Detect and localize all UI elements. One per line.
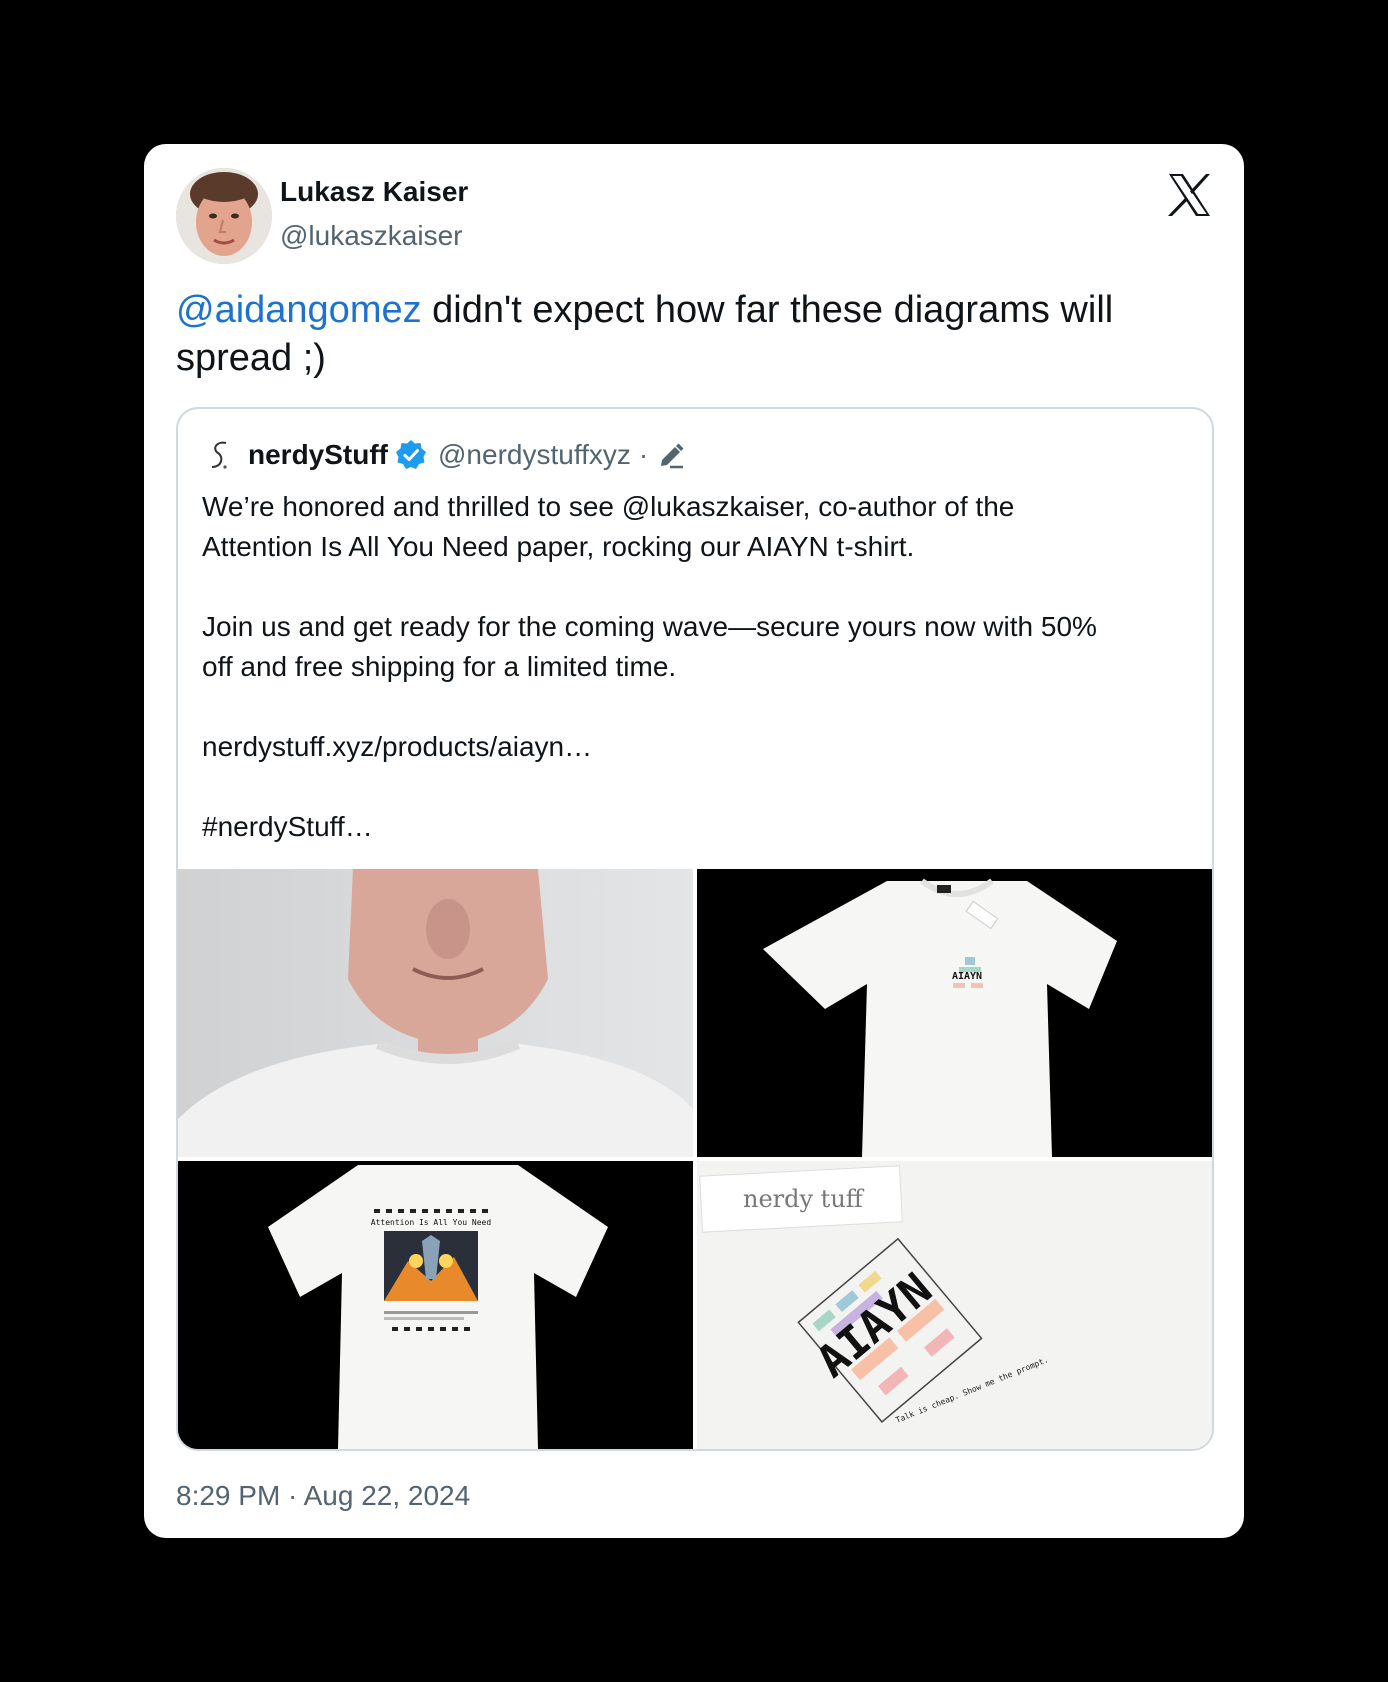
author-handle[interactable]: @lukaszkaiser	[280, 220, 462, 252]
quoted-header: nerdyStuff @nerdystuffxyz ·	[202, 435, 686, 475]
avatar[interactable]	[176, 168, 272, 264]
quoted-author-handle[interactable]: @nerdystuffxyz	[438, 439, 631, 471]
avatar-image	[176, 168, 272, 264]
tag-label: nerdy tuff	[743, 1185, 865, 1213]
photo-shirt-back[interactable]: Attention Is All You Need	[178, 1161, 693, 1449]
author-name[interactable]: Lukasz Kaiser	[280, 176, 468, 208]
timestamp[interactable]: 8:29 PM · Aug 22, 2024	[176, 1480, 470, 1512]
shirt-front-image: AIAYN	[697, 869, 1212, 1157]
x-logo-icon[interactable]	[1166, 172, 1212, 218]
photo-wearer[interactable]	[178, 869, 693, 1157]
photo-wearer-image	[178, 869, 693, 1157]
shirt-front-print: AIAYN	[952, 971, 982, 982]
quoted-tweet[interactable]: nerdyStuff @nerdystuffxyz · We’re honore…	[176, 407, 1214, 1451]
quoted-text: We’re honored and thrilled to see @lukas…	[202, 491, 1097, 842]
photo-print-closeup[interactable]: nerdy tuff AIAYN Talk is cheap. Show me	[697, 1161, 1212, 1449]
shirt-back-image: Attention Is All You Need	[178, 1161, 693, 1449]
closeup-image: nerdy tuff AIAYN Talk is cheap. Show me	[697, 1161, 1212, 1449]
nerdystuff-logo-icon[interactable]	[202, 437, 238, 473]
edit-pencil-icon	[661, 443, 684, 469]
shirt-back-title: Attention Is All You Need	[371, 1218, 492, 1227]
verified-badge-icon	[396, 440, 426, 469]
media-grid: AIAYN Attention Is All You Need nerdy tu…	[178, 869, 1212, 1449]
mention-link[interactable]: @aidangomez	[176, 289, 422, 331]
tweet-text: @aidangomez didn't expect how far these …	[176, 286, 1196, 382]
separator-dot: ·	[638, 439, 649, 470]
quoted-author-name[interactable]: nerdyStuff	[248, 439, 388, 471]
tweet-card: Lukasz Kaiser @lukaszkaiser @aidangomez …	[144, 144, 1244, 1538]
photo-shirt-front[interactable]: AIAYN	[697, 869, 1212, 1157]
